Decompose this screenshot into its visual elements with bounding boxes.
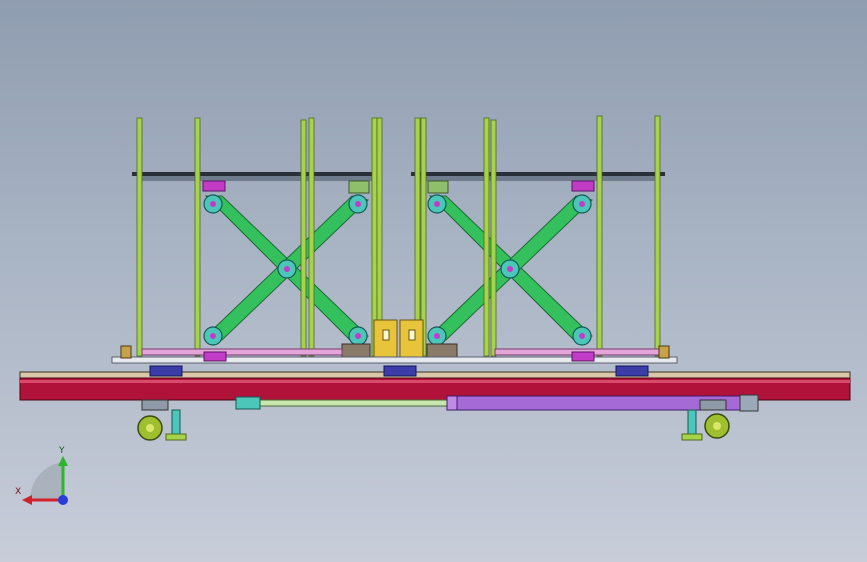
axis-triad: Y X [15, 446, 68, 505]
base-frame [19, 365, 851, 401]
y-axis-label: Y [58, 446, 65, 456]
x-arrow-head [22, 495, 32, 505]
vertical-guide-rods [136, 115, 661, 357]
y-arrow-head [58, 456, 68, 466]
x-axis-label: X [15, 487, 21, 497]
z-axis-dot [58, 495, 68, 505]
cad-viewport[interactable]: Y X [0, 0, 867, 562]
top-platform-plates [132, 172, 665, 181]
top-brackets [202, 180, 595, 194]
triad-plane-shade [29, 462, 63, 500]
lift-table-assembly-model[interactable] [0, 0, 867, 562]
